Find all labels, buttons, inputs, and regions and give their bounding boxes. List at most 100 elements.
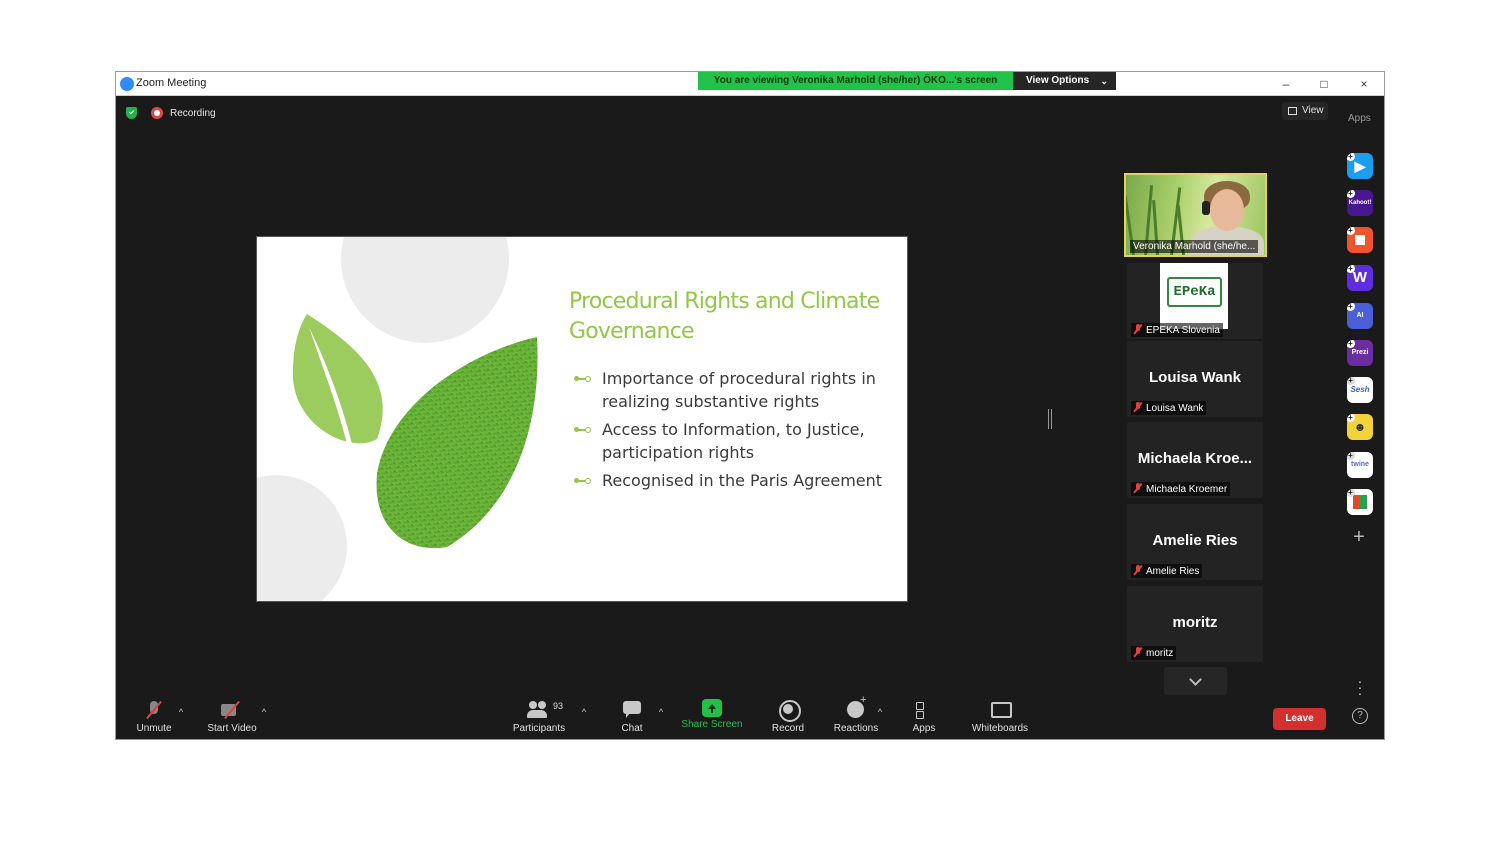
security-shield-icon[interactable] (126, 107, 137, 119)
view-options-button[interactable]: View Options ⌄ (1013, 72, 1116, 90)
participant-name: Louisa Wank (1131, 401, 1207, 415)
whiteboards-button[interactable]: Whiteboards (965, 699, 1035, 734)
audio-options-caret-icon[interactable]: ^ (176, 707, 186, 717)
participant-tile[interactable]: EPeKa EPEKA Slovenia (1127, 263, 1263, 339)
bullet-marker-icon (574, 478, 591, 484)
participant-avatar: EPeKa (1160, 263, 1228, 329)
apps-sidebar-label: Apps (1348, 113, 1371, 124)
muted-mic-icon (1134, 647, 1142, 657)
muted-mic-icon (1134, 402, 1142, 412)
slide-bullets: Importance of procedural rights in reali… (574, 367, 905, 497)
whiteboard-icon (988, 699, 1012, 721)
slide-bullet: Access to Information, to Justice, parti… (574, 418, 905, 464)
app-1-icon[interactable]: + ▶ (1347, 153, 1373, 179)
view-label: View (1302, 105, 1324, 116)
participant-name: EPEKA Slovenia (1131, 323, 1223, 337)
screen-share-banner: You are viewing Veronika Marhold (she/he… (698, 72, 1013, 90)
participant-display-name: Amelie Ries (1152, 532, 1238, 549)
muted-mic-icon (1134, 483, 1142, 493)
participants-options-caret-icon[interactable]: ^ (579, 707, 589, 717)
record-label: Record (771, 723, 805, 734)
epeka-logo: EPeKa (1167, 277, 1222, 307)
participant-tile[interactable]: moritz moritz (1127, 586, 1263, 662)
bullet-text: Importance of procedural rights in reali… (602, 369, 876, 411)
participant-tile[interactable]: Louisa Wank Louisa Wank (1127, 341, 1263, 417)
bullet-text: Recognised in the Paris Agreement (602, 471, 883, 490)
grid-app-icon[interactable]: + (1347, 489, 1373, 515)
participant-name: Amelie Ries (1131, 564, 1203, 578)
whiteboards-label: Whiteboards (971, 723, 1029, 734)
grid-view-icon (1288, 107, 1297, 115)
ai-app-icon[interactable]: + AI (1347, 303, 1373, 329)
reactions-icon (844, 694, 868, 721)
participants-label: Participants (512, 723, 566, 734)
reactions-label: Reactions (833, 723, 879, 734)
muted-mic-icon (1134, 324, 1142, 334)
chat-icon (620, 699, 644, 721)
minimize-button[interactable]: – (1276, 75, 1296, 93)
twine-icon[interactable]: + twine (1347, 452, 1373, 478)
participant-display-name: moritz (1172, 614, 1218, 631)
participant-display-name: Louisa Wank (1149, 369, 1241, 386)
video-options-caret-icon[interactable]: ^ (259, 707, 269, 717)
bullet-marker-icon (574, 376, 591, 382)
reactions-options-caret-icon[interactable]: ^ (875, 707, 885, 717)
more-options-icon[interactable]: · · · (1357, 674, 1363, 700)
participants-button[interactable]: 93 Participants (504, 699, 574, 734)
wooclap-icon[interactable]: + W (1347, 265, 1373, 291)
participant-tile[interactable]: Amelie Ries Amelie Ries (1127, 504, 1263, 580)
add-app-icon[interactable]: + (1349, 527, 1369, 547)
share-screen-icon (702, 699, 722, 717)
recording-label: Recording (170, 108, 216, 119)
slide-title: Procedural Rights and Climate Governance (569, 289, 880, 344)
help-icon[interactable]: ? (1352, 708, 1368, 724)
muted-microphone-icon (142, 699, 166, 721)
bullet-marker-icon (574, 427, 591, 433)
zoom-logo-icon (120, 77, 134, 91)
start-video-label: Start Video (207, 723, 257, 734)
participants-icon: 93 (527, 699, 563, 721)
sesh-icon[interactable]: + Sesh (1347, 377, 1373, 403)
leaf-illustration (292, 314, 538, 549)
kahoot-icon[interactable]: + Kahoot! (1347, 190, 1373, 216)
record-icon (776, 699, 801, 722)
slide-bullet: Recognised in the Paris Agreement (574, 469, 905, 492)
emoji-app-icon[interactable]: + ☻ (1347, 414, 1373, 440)
start-video-button[interactable]: Start Video (197, 699, 267, 734)
share-screen-label: Share Screen (681, 719, 743, 730)
view-options-label: View Options (1026, 75, 1090, 86)
title-bar: Zoom Meeting You are viewing Veronika Ma… (116, 72, 1384, 96)
chat-label: Chat (621, 723, 643, 734)
chevron-down-icon: ⌄ (1100, 76, 1108, 86)
maximize-button[interactable]: □ (1314, 75, 1334, 93)
share-screen-button[interactable]: Share Screen (677, 699, 747, 730)
recording-icon (151, 107, 163, 119)
scroll-tiles-down-button[interactable] (1164, 667, 1227, 695)
participant-tile[interactable]: Michaela Kroe... Michaela Kroemer (1127, 422, 1263, 498)
apps-label: Apps (912, 723, 936, 734)
apps-icon (912, 699, 936, 721)
participant-name: Veronika Marhold (she/he... (1130, 240, 1259, 253)
apps-button[interactable]: Apps (889, 699, 959, 734)
participant-name: moritz (1131, 646, 1177, 660)
chat-options-caret-icon[interactable]: ^ (656, 707, 666, 717)
window-title: Zoom Meeting (136, 77, 207, 89)
participant-count: 93 (553, 701, 564, 711)
participant-display-name: Michaela Kroe... (1137, 450, 1253, 467)
prezi-icon[interactable]: + Prezi (1347, 340, 1373, 366)
close-button[interactable]: × (1354, 75, 1374, 93)
leave-button[interactable]: Leave (1273, 708, 1326, 730)
slide-bullet: Importance of procedural rights in reali… (574, 367, 905, 413)
split-resize-handle[interactable] (1048, 409, 1052, 429)
app-3-icon[interactable]: + (1347, 227, 1373, 253)
zoom-window: Zoom Meeting You are viewing Veronika Ma… (115, 71, 1385, 740)
bullet-text: Access to Information, to Justice, parti… (602, 420, 865, 462)
unmute-label: Unmute (136, 723, 172, 734)
record-button[interactable]: Record (753, 699, 823, 734)
shared-slide: Procedural Rights and Climate Governance… (256, 236, 908, 602)
active-speaker-tile[interactable]: Veronika Marhold (she/he... (1124, 173, 1267, 257)
participant-name: Michaela Kroemer (1131, 482, 1231, 496)
muted-mic-icon (1134, 565, 1142, 575)
video-off-icon (220, 699, 244, 721)
view-button[interactable]: View (1282, 102, 1328, 120)
